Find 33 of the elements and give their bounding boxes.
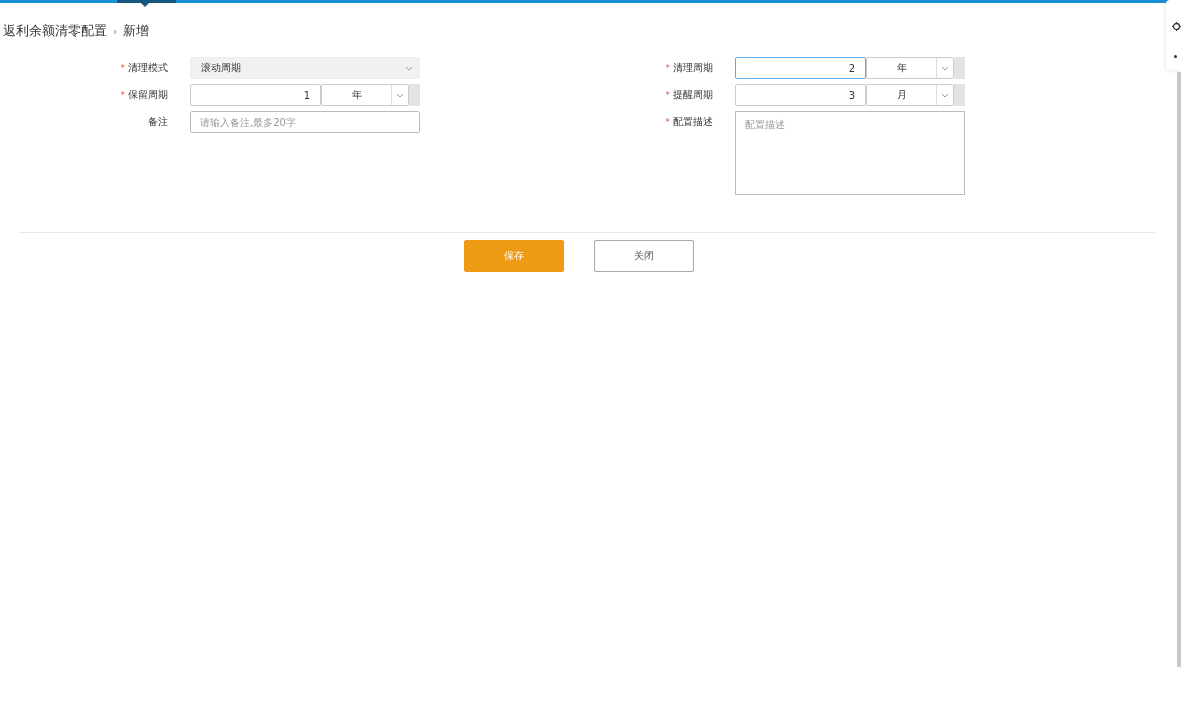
caret-icon	[941, 92, 949, 98]
field-label: 备注	[148, 115, 168, 129]
description-field[interactable]: 配置描述	[735, 111, 965, 195]
field-label: 清理周期	[673, 61, 713, 75]
dot-icon[interactable]	[1174, 55, 1177, 58]
breadcrumb-link[interactable]: 返利余额清零配置	[3, 22, 107, 40]
field-label: 提醒周期	[673, 88, 713, 102]
required-asterisk: *	[665, 116, 670, 129]
caret-icon	[405, 65, 413, 71]
required-asterisk: *	[665, 89, 670, 102]
field-label: 配置描述	[673, 115, 713, 129]
number-field[interactable]: 1	[190, 84, 321, 106]
scroll-strip	[954, 57, 965, 79]
breadcrumb-current: 新增	[123, 22, 150, 40]
unit-select[interactable]: 年	[321, 84, 409, 106]
scroll-strip	[409, 84, 420, 106]
target-icon[interactable]	[1172, 22, 1181, 31]
close-button[interactable]: 关闭	[593, 240, 694, 272]
required-asterisk: *	[120, 62, 125, 75]
caret-icon	[941, 65, 949, 71]
required-asterisk: *	[120, 89, 125, 102]
unit-select[interactable]: 年	[866, 57, 954, 79]
number-field[interactable]: 2	[735, 57, 866, 79]
caret-icon	[396, 92, 404, 98]
required-asterisk: *	[665, 62, 670, 75]
field-label: 清理模式	[128, 61, 168, 75]
scroll-strip	[954, 84, 965, 106]
breadcrumb-separator: ›	[113, 24, 118, 38]
scrollbar[interactable]	[1177, 72, 1181, 667]
remark-field[interactable]: 请输入备注,最多20字	[190, 111, 420, 133]
number-field[interactable]: 3	[735, 84, 866, 106]
unit-select[interactable]: 月	[866, 84, 954, 106]
field-label: 保留周期	[128, 88, 168, 102]
